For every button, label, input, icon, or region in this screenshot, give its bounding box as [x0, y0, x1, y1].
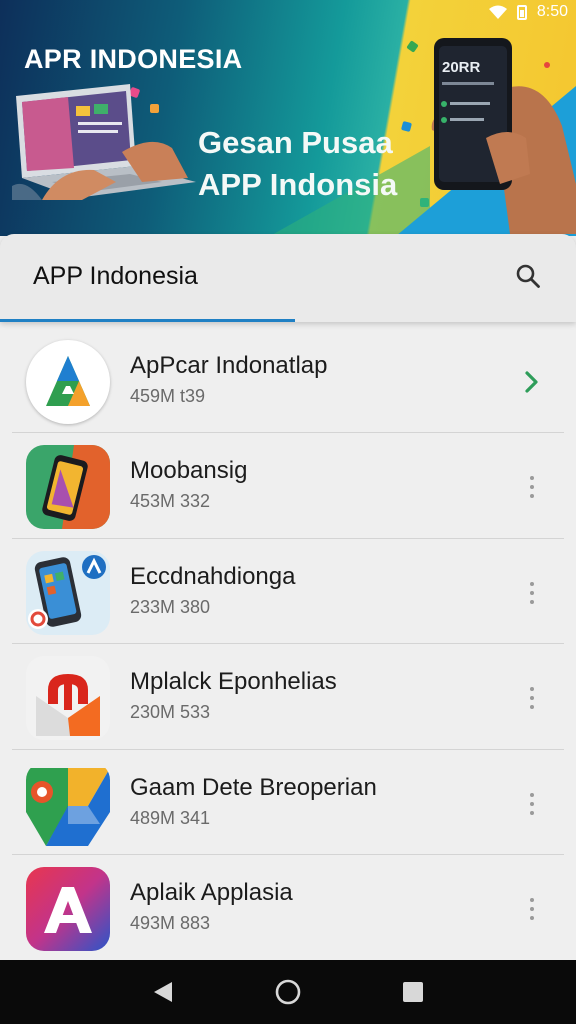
wifi-icon [488, 5, 507, 19]
more-options-button[interactable] [518, 573, 546, 613]
mail-logo-icon [26, 656, 110, 741]
app-meta: 453M 332 [130, 491, 211, 512]
list-item[interactable]: Mplalck Eponhelias 230M 533 [0, 644, 576, 750]
list-item[interactable]: Aplaik Applasia 493M 883 [0, 855, 576, 960]
more-vert-icon [530, 897, 534, 920]
app-icon [26, 866, 110, 951]
app-meta: 459M t39 [130, 386, 206, 406]
app-name: Gaam Dete Breoperian [130, 773, 377, 801]
more-vert-icon [530, 687, 534, 710]
home-icon [275, 979, 301, 1005]
confetti-decor [420, 198, 429, 207]
battery-icon [516, 4, 527, 20]
app-icon [26, 550, 110, 635]
navigation-bar [0, 960, 576, 1024]
tab-indicator [0, 319, 295, 322]
app-icon [26, 762, 110, 846]
hero-tagline-line: APP Indonsia [198, 167, 398, 202]
app-name: Aplaik Applasia [130, 878, 293, 906]
hero-title: APR INDONESIA [24, 44, 243, 74]
search-icon [516, 264, 540, 288]
app-name: Moobansig [130, 457, 248, 485]
list-item[interactable]: Eccdnahdionga 233M 380 [0, 539, 576, 645]
confetti-decor [400, 120, 413, 133]
hero-tagline: Gesan Pusaa APP Indonsia [198, 122, 397, 206]
letter-a-logo-icon [26, 866, 110, 951]
search-header: APP Indonesia [0, 234, 576, 322]
back-button[interactable] [143, 972, 183, 1012]
app-name: ApPcar Indonatlap [130, 352, 328, 379]
more-options-button[interactable] [518, 467, 546, 507]
smartphone-app-icon [26, 550, 110, 635]
laptop-illustration [12, 84, 196, 200]
open-button[interactable] [518, 362, 546, 402]
phone-app-icon [26, 445, 110, 530]
status-bar: 8:50 [356, 0, 576, 24]
app-icon [26, 656, 110, 741]
phone-screen-text: 20RR [442, 59, 481, 76]
more-options-button[interactable] [518, 784, 546, 824]
app-name: Mplalck Eponhelias [130, 668, 337, 696]
app-name: Eccdnahdionga [130, 562, 296, 590]
app-list: ApPcar Indonatlap 459M t39 Moobansig 453… [0, 328, 576, 960]
back-icon [153, 982, 172, 1002]
more-vert-icon [530, 476, 534, 499]
map-logo-icon [26, 767, 110, 846]
status-time: 8:50 [536, 3, 568, 20]
list-item[interactable]: ApPcar Indonatlap 459M t39 [0, 328, 576, 434]
list-item[interactable]: Gaam Dete Breoperian 489M 341 [0, 750, 576, 855]
app-meta: 493M 883 [130, 912, 211, 933]
recents-button[interactable] [393, 972, 433, 1012]
app-meta: 233M 380 [130, 596, 211, 617]
home-button[interactable] [268, 972, 308, 1012]
more-vert-icon [530, 792, 534, 815]
chevron-right-icon [525, 371, 538, 393]
phone-illustration: 20RR [431, 38, 576, 234]
list-item[interactable]: Moobansig 453M 332 [0, 433, 576, 539]
page-title: APP Indonesia [33, 262, 198, 290]
search-button[interactable] [510, 258, 546, 294]
app-meta: 489M 341 [130, 807, 211, 828]
app-meta: 230M 533 [130, 702, 211, 723]
more-options-button[interactable] [518, 889, 546, 929]
app-icon [26, 445, 110, 530]
confetti-decor [406, 40, 419, 53]
triangle-logo-icon [46, 356, 90, 406]
hero-tagline-line: Gesan Pusaa [198, 125, 393, 160]
app-icon [26, 340, 110, 424]
more-options-button[interactable] [518, 678, 546, 718]
hero-banner: 8:50 APR INDONESIA 20RR Gesan Pusaa APP … [0, 0, 576, 236]
recents-icon [403, 982, 424, 1002]
more-vert-icon [530, 581, 534, 604]
